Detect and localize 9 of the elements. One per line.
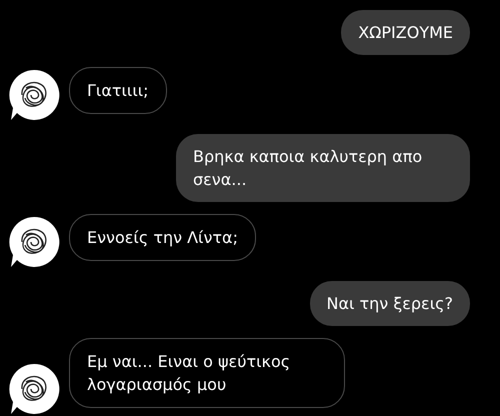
avatar-icon <box>7 215 61 269</box>
sent-message: Ναι την ξερεις? <box>310 281 470 326</box>
received-message: Εννοείς την Λίντα; <box>69 214 256 261</box>
avatar-icon <box>7 68 61 122</box>
avatar-icon <box>7 362 61 416</box>
received-message: Γιατιιιι; <box>69 67 167 114</box>
received-message: Εμ ναι... Ειναι ο ψεύτικος λογαριασμός μου <box>69 338 345 408</box>
sent-message: ΧΩΡΙΖΟΥΜΕ <box>341 10 470 55</box>
sent-message: Βρηκα καποια καλυτερη απο σενα... <box>176 134 470 202</box>
